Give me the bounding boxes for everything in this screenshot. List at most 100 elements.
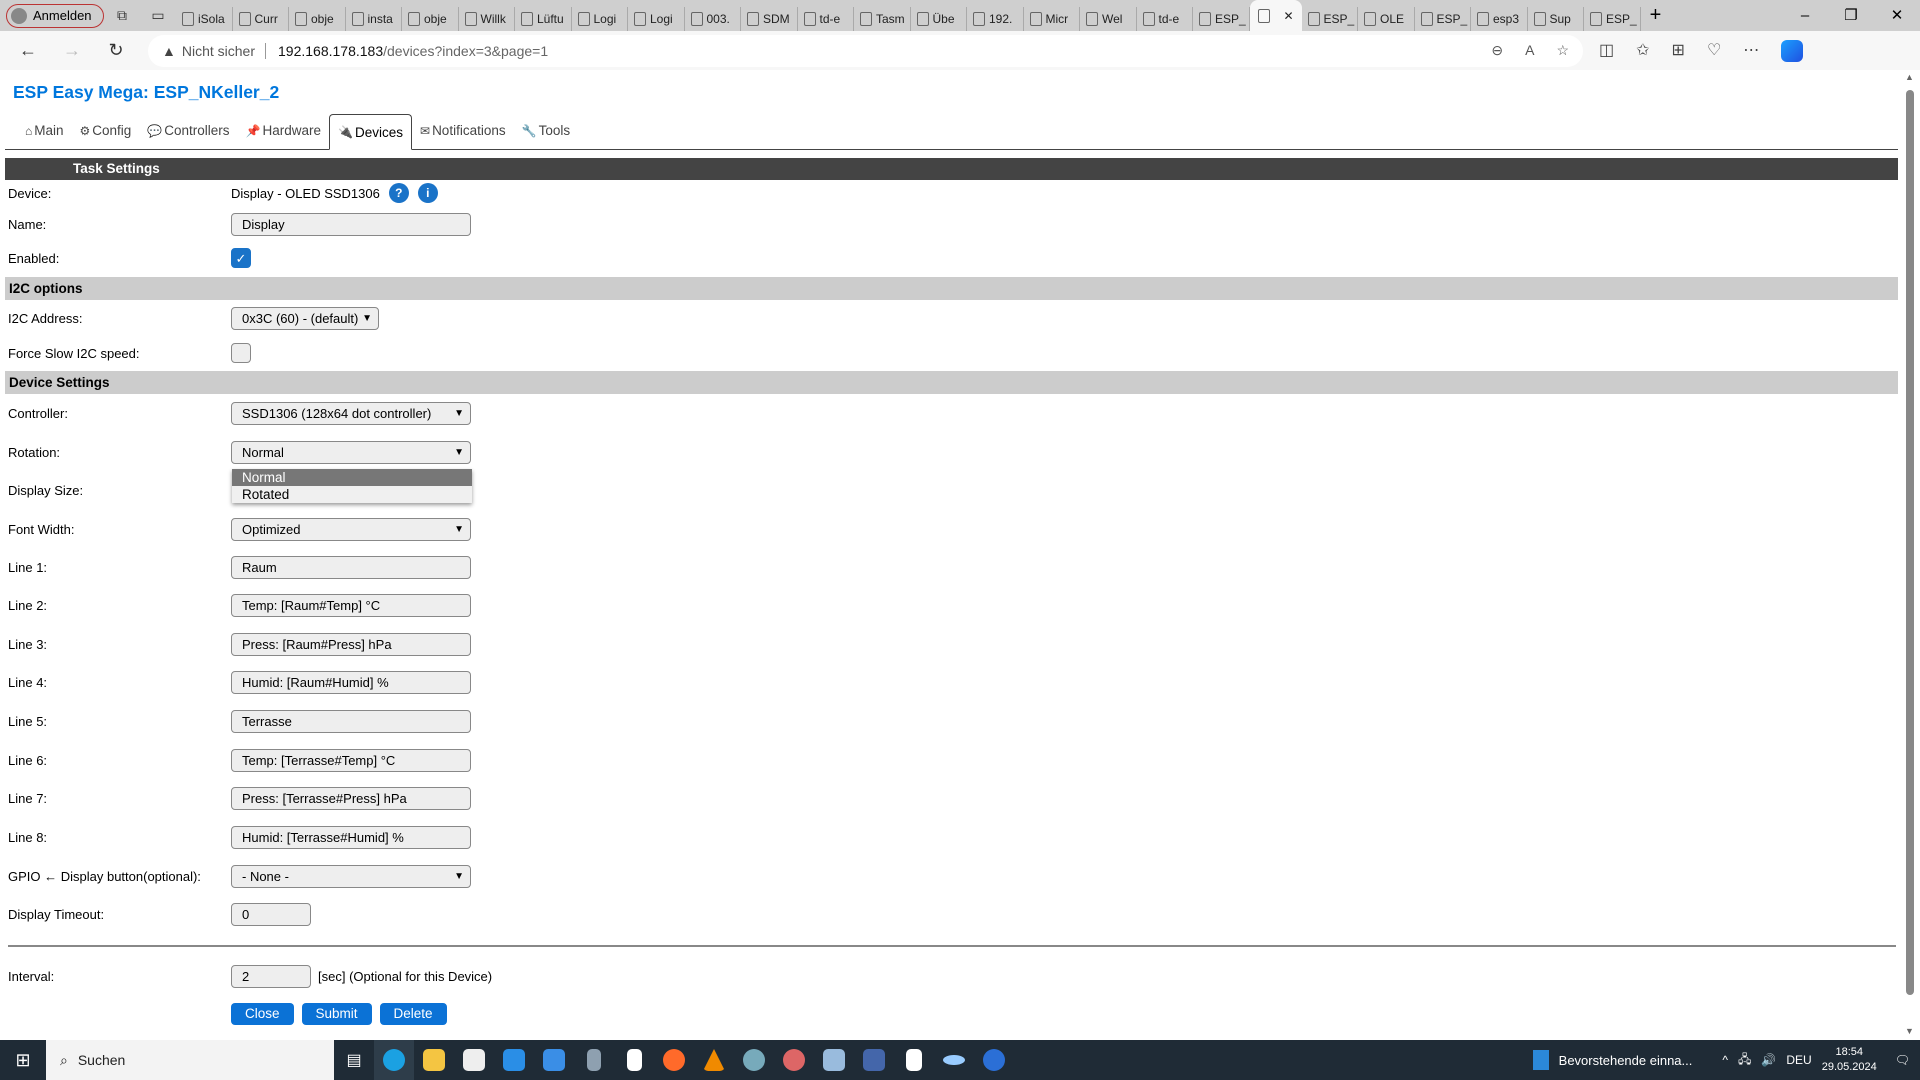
browser-tab[interactable]: insta (346, 7, 402, 31)
submit-button[interactable]: Submit (301, 1003, 372, 1025)
line-input[interactable]: Humid: [Raum#Humid] % (231, 671, 471, 695)
minimize-button[interactable]: – (1782, 0, 1828, 31)
browser-tab[interactable]: td-e (1137, 7, 1193, 31)
menu-tab-tools[interactable]: 🔧 Tools (514, 116, 578, 149)
browser-tab[interactable]: iSola (176, 7, 233, 31)
vlc-icon[interactable] (694, 1040, 734, 1080)
raspberry-pi-icon[interactable] (894, 1040, 934, 1080)
close-button[interactable]: Close (231, 1003, 294, 1025)
font-width-select[interactable]: Optimized ▼ (231, 517, 471, 541)
url-field[interactable]: ▲ Nicht sicher 192.168.178.183/devices?i… (148, 34, 1583, 67)
browser-tab[interactable]: ESP_ (1302, 7, 1358, 31)
browser-tab[interactable]: 003. (685, 7, 741, 31)
line-input[interactable]: Humid: [Terrasse#Humid] % (231, 825, 471, 849)
task-view-icon[interactable]: ▤ (334, 1040, 374, 1080)
browser-tab[interactable]: ESP_ (1415, 7, 1471, 31)
notepad-icon[interactable] (614, 1040, 654, 1080)
browser-tab[interactable]: Curr (233, 7, 289, 31)
browser-tab[interactable]: OLE (1358, 7, 1415, 31)
collections-icon[interactable]: ⊞ (1672, 40, 1685, 62)
taskbar-search[interactable]: ⌕ Suchen (46, 1040, 334, 1080)
timeout-input[interactable]: 0 (231, 902, 311, 926)
favorite-star-icon[interactable]: ☆ (1556, 42, 1569, 59)
app-icon[interactable] (974, 1040, 1014, 1080)
scroll-down-icon[interactable]: ▼ (1905, 1026, 1914, 1036)
browser-tab[interactable]: ESP_ (1193, 7, 1250, 31)
browser-tab[interactable]: Logi (572, 7, 628, 31)
browser-tab[interactable]: esp3 (1471, 7, 1528, 31)
gpio-select[interactable]: - None - ▼ (231, 864, 471, 888)
enabled-checkbox[interactable]: ✓ (231, 248, 251, 268)
scrollbar[interactable]: ▲ ▼ (1900, 70, 1920, 1038)
vscode-icon[interactable] (534, 1040, 574, 1080)
browser-tab[interactable]: Übe (911, 7, 967, 31)
volume-icon[interactable]: 🔊 (1761, 1053, 1776, 1067)
browser-tab[interactable]: Micr (1024, 7, 1080, 31)
close-tab-icon[interactable]: ✕ (1283, 9, 1293, 23)
menu-tab-hardware[interactable]: 📌 Hardware (238, 116, 329, 149)
rotation-select[interactable]: Normal ▼ (231, 440, 471, 464)
browser-tab[interactable]: Lüftu (515, 7, 572, 31)
rotation-option-rotated[interactable]: Rotated (232, 486, 472, 503)
copilot-icon[interactable] (1781, 39, 1804, 62)
line-input[interactable]: Temp: [Raum#Temp] °C (231, 594, 471, 618)
browser-essentials-icon[interactable]: ♡ (1707, 40, 1721, 62)
browser-tab[interactable]: Sup (1528, 7, 1584, 31)
menu-tab-controllers[interactable]: 💬 Controllers (139, 116, 237, 149)
back-button[interactable]: ← (6, 40, 50, 61)
calculator-icon[interactable] (574, 1040, 614, 1080)
split-screen-icon[interactable]: ◫ (1599, 40, 1614, 62)
close-window-button[interactable]: ✕ (1874, 0, 1920, 31)
rotation-option-normal[interactable]: Normal (232, 469, 472, 486)
browser-tab[interactable]: obje (402, 7, 459, 31)
more-menu-icon[interactable]: ⋯ (1743, 40, 1759, 62)
network-icon[interactable]: 🖧 (1738, 1050, 1751, 1071)
paint-icon[interactable] (734, 1040, 774, 1080)
i2c-address-select[interactable]: 0x3C (60) - (default) ▼ (231, 306, 379, 330)
widget-icon[interactable] (1532, 1050, 1549, 1070)
name-input[interactable]: Display (231, 212, 471, 236)
line-input[interactable]: Press: [Terrasse#Press] hPa (231, 787, 471, 811)
store-icon[interactable] (454, 1040, 494, 1080)
mail-icon[interactable] (494, 1040, 534, 1080)
menu-tab-main[interactable]: ⌂ Main (17, 116, 72, 149)
tab-actions-icon[interactable]: ▭ (140, 7, 176, 24)
chevron-up-icon[interactable]: ^ (1722, 1053, 1728, 1067)
line-input[interactable]: Raum (231, 555, 471, 579)
reload-button[interactable]: ↻ (94, 40, 138, 61)
browser-tab[interactable]: ESP_ (1584, 7, 1641, 31)
app-icon[interactable] (774, 1040, 814, 1080)
line-input[interactable]: Press: [Raum#Press] hPa (231, 632, 471, 656)
restore-button[interactable]: ❐ (1828, 0, 1874, 31)
security-label[interactable]: Nicht sicher (182, 42, 266, 59)
read-aloud-icon[interactable]: A (1525, 42, 1534, 59)
app-icon[interactable] (934, 1040, 974, 1080)
notification-text[interactable]: Bevorstehende einna... (1559, 1053, 1693, 1068)
browser-tab[interactable]: Logi (628, 7, 685, 31)
delete-button[interactable]: Delete (379, 1003, 447, 1025)
scrollbar-thumb[interactable] (1906, 90, 1914, 995)
menu-tab-devices[interactable]: 🔌 Devices (329, 114, 412, 150)
notifications-icon[interactable]: 🗨 (1895, 1053, 1910, 1067)
browser-tab[interactable]: Wel (1080, 7, 1137, 31)
browser-tab[interactable]: Willk (459, 7, 515, 31)
favorites-icon[interactable]: ✩ (1636, 40, 1649, 62)
browser-tab[interactable]: Tasm (854, 7, 911, 31)
zoom-icon[interactable]: ⊖ (1491, 42, 1503, 59)
browser-tab[interactable]: SDM (741, 7, 798, 31)
menu-tab-notifications[interactable]: ✉ Notifications (412, 116, 514, 149)
profile-button[interactable]: Anmelden (6, 3, 104, 28)
file-explorer-icon[interactable] (414, 1040, 454, 1080)
browser-tab[interactable]: obje (289, 7, 346, 31)
controller-select[interactable]: SSD1306 (128x64 dot controller) ▼ (231, 401, 471, 425)
workspaces-icon[interactable]: ⧉ (104, 7, 140, 24)
windows-start-icon[interactable]: ⊞ (0, 1050, 46, 1071)
browser-tab[interactable]: td-e (798, 7, 854, 31)
line-input[interactable]: Terrasse (231, 709, 471, 733)
browser-tab[interactable]: ✕ (1249, 0, 1302, 31)
browser-tab[interactable]: 192. (967, 7, 1024, 31)
menu-tab-config[interactable]: ⚙ Config (72, 116, 140, 149)
app-icon[interactable] (814, 1040, 854, 1080)
scroll-up-icon[interactable]: ▲ (1905, 72, 1914, 82)
force-slow-checkbox[interactable] (231, 343, 251, 363)
